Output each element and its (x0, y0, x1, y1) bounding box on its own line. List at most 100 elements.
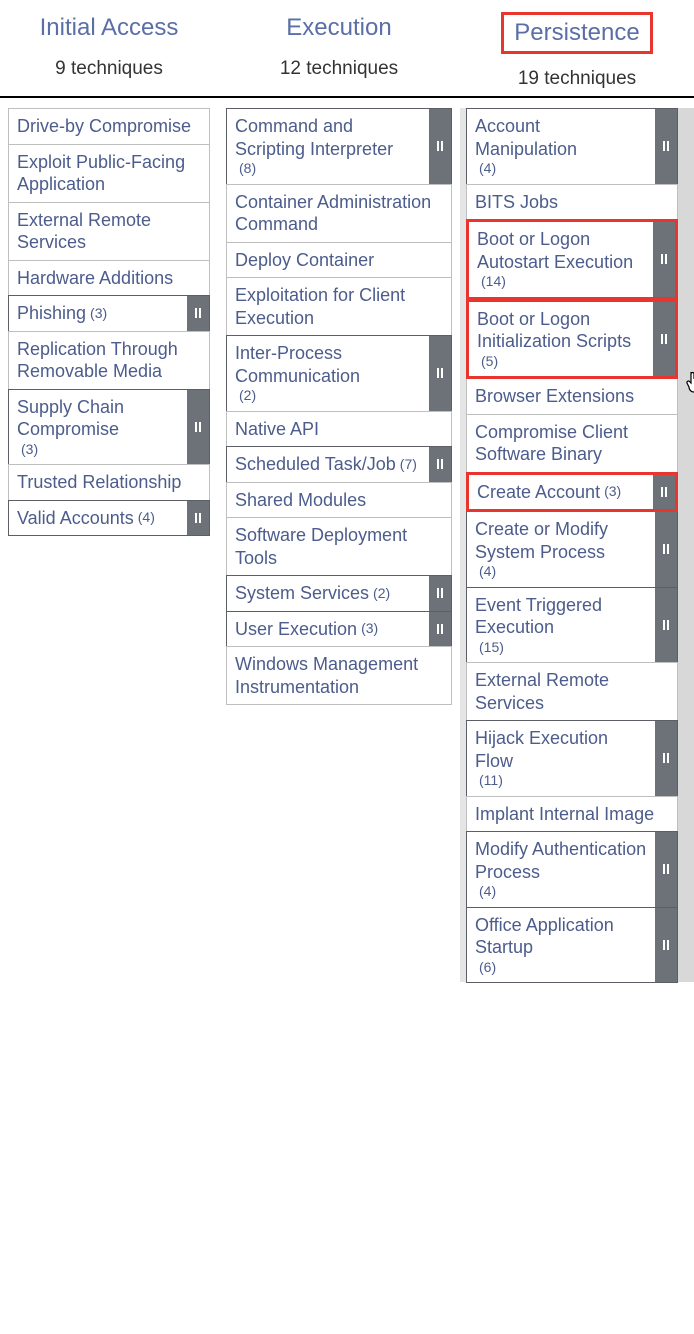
technique-cell[interactable]: Create Account(3) (466, 472, 678, 513)
technique-label[interactable]: Boot or Logon Autostart Execution(14) (469, 222, 653, 297)
technique-label[interactable]: Create Account(3) (469, 475, 653, 510)
technique-cell[interactable]: Phishing(3) (8, 295, 210, 332)
expand-handle-icon[interactable] (429, 576, 451, 611)
expand-handle-icon[interactable] (653, 475, 675, 510)
technique-label[interactable]: Command and Scripting Interpreter(8) (227, 109, 429, 184)
technique-label[interactable]: Hardware Additions (9, 261, 209, 296)
technique-label[interactable]: External Remote Services (467, 663, 677, 720)
technique-label[interactable]: User Execution(3) (227, 612, 429, 647)
technique-text: Phishing (17, 302, 86, 325)
technique-cell[interactable]: BITS Jobs (466, 184, 678, 221)
technique-label[interactable]: Software Deployment Tools (227, 518, 451, 575)
scrollbar[interactable] (678, 108, 694, 982)
column-title[interactable]: Initial Access (34, 12, 185, 44)
technique-label[interactable]: Account Manipulation(4) (467, 109, 655, 184)
technique-label[interactable]: Trusted Relationship (9, 465, 209, 500)
technique-label[interactable]: Native API (227, 412, 451, 447)
technique-label[interactable]: BITS Jobs (467, 185, 677, 220)
technique-cell[interactable]: Modify Authentication Process(4) (466, 831, 678, 908)
technique-cell[interactable]: Hardware Additions (8, 260, 210, 297)
expand-handle-icon[interactable] (655, 588, 677, 663)
technique-label[interactable]: Boot or Logon Initialization Scripts(5) (469, 302, 653, 377)
technique-label[interactable]: Implant Internal Image (467, 797, 677, 832)
technique-cell[interactable]: Supply Chain Compromise(3) (8, 389, 210, 466)
expand-handle-icon[interactable] (653, 302, 675, 377)
technique-label[interactable]: Inter-Process Communication(2) (227, 336, 429, 411)
column-title[interactable]: Execution (280, 12, 397, 44)
technique-label[interactable]: Phishing(3) (9, 296, 187, 331)
technique-text: Command and Scripting Interpreter (235, 115, 421, 160)
technique-text: Browser Extensions (475, 385, 634, 408)
technique-cell[interactable]: Create or Modify System Process(4) (466, 511, 678, 588)
subtechnique-count: (6) (479, 959, 496, 977)
technique-label[interactable]: Container Administration Command (227, 185, 451, 242)
technique-label[interactable]: Hijack Execution Flow(11) (467, 721, 655, 796)
technique-cell[interactable]: External Remote Services (466, 662, 678, 721)
technique-cell[interactable]: Hijack Execution Flow(11) (466, 720, 678, 797)
technique-text: Office Application Startup (475, 914, 647, 959)
technique-label[interactable]: Exploit Public-Facing Application (9, 145, 209, 202)
expand-handle-icon[interactable] (429, 336, 451, 411)
technique-cell[interactable]: Account Manipulation(4) (466, 108, 678, 185)
technique-cell[interactable]: User Execution(3) (226, 611, 452, 648)
technique-cell[interactable]: Windows Management Instrumentation (226, 646, 452, 705)
technique-cell[interactable]: Office Application Startup(6) (466, 907, 678, 984)
expand-handle-icon[interactable] (429, 109, 451, 184)
expand-handle-icon[interactable] (187, 296, 209, 331)
technique-label[interactable]: Windows Management Instrumentation (227, 647, 451, 704)
column-title[interactable]: Persistence (501, 12, 652, 54)
technique-label[interactable]: Office Application Startup(6) (467, 908, 655, 983)
technique-cell[interactable]: Deploy Container (226, 242, 452, 279)
expand-handle-icon[interactable] (187, 501, 209, 536)
technique-label[interactable]: Exploitation for Client Execution (227, 278, 451, 335)
technique-cell[interactable]: Command and Scripting Interpreter(8) (226, 108, 452, 185)
technique-label[interactable]: Supply Chain Compromise(3) (9, 390, 187, 465)
technique-label[interactable]: Compromise Client Software Binary (467, 415, 677, 472)
technique-cell[interactable]: Event Triggered Execution(15) (466, 587, 678, 664)
technique-cell[interactable]: Exploitation for Client Execution (226, 277, 452, 336)
expand-handle-icon[interactable] (653, 222, 675, 297)
technique-cell[interactable]: Scheduled Task/Job(7) (226, 446, 452, 483)
technique-cell[interactable]: Replication Through Removable Media (8, 331, 210, 390)
expand-handle-icon[interactable] (655, 109, 677, 184)
technique-cell[interactable]: External Remote Services (8, 202, 210, 261)
technique-label[interactable]: External Remote Services (9, 203, 209, 260)
expand-handle-icon[interactable] (655, 512, 677, 587)
technique-cell[interactable]: Browser Extensions (466, 378, 678, 415)
technique-label[interactable]: Drive-by Compromise (9, 109, 209, 144)
technique-label[interactable]: System Services(2) (227, 576, 429, 611)
subtechnique-count: (7) (400, 456, 417, 474)
technique-cell[interactable]: Inter-Process Communication(2) (226, 335, 452, 412)
technique-label[interactable]: Create or Modify System Process(4) (467, 512, 655, 587)
technique-label[interactable]: Valid Accounts(4) (9, 501, 187, 536)
technique-cell[interactable]: Valid Accounts(4) (8, 500, 210, 537)
technique-cell[interactable]: Boot or Logon Initialization Scripts(5) (466, 299, 678, 380)
technique-label[interactable]: Replication Through Removable Media (9, 332, 209, 389)
technique-text: System Services (235, 582, 369, 605)
expand-handle-icon[interactable] (655, 832, 677, 907)
technique-cell[interactable]: Compromise Client Software Binary (466, 414, 678, 473)
expand-handle-icon[interactable] (187, 390, 209, 465)
technique-label[interactable]: Modify Authentication Process(4) (467, 832, 655, 907)
technique-label[interactable]: Shared Modules (227, 483, 451, 518)
expand-handle-icon[interactable] (429, 447, 451, 482)
technique-cell[interactable]: Drive-by Compromise (8, 108, 210, 145)
technique-cell[interactable]: Exploit Public-Facing Application (8, 144, 210, 203)
technique-text: Modify Authentication Process (475, 838, 647, 883)
technique-cell[interactable]: Native API (226, 411, 452, 448)
subtechnique-count: (3) (604, 483, 621, 501)
technique-cell[interactable]: Implant Internal Image (466, 796, 678, 833)
expand-handle-icon[interactable] (655, 721, 677, 796)
technique-label[interactable]: Scheduled Task/Job(7) (227, 447, 429, 482)
technique-label[interactable]: Deploy Container (227, 243, 451, 278)
technique-cell[interactable]: Software Deployment Tools (226, 517, 452, 576)
technique-cell[interactable]: Shared Modules (226, 482, 452, 519)
technique-cell[interactable]: Trusted Relationship (8, 464, 210, 501)
technique-cell[interactable]: Container Administration Command (226, 184, 452, 243)
technique-label[interactable]: Browser Extensions (467, 379, 677, 414)
technique-cell[interactable]: Boot or Logon Autostart Execution(14) (466, 219, 678, 300)
expand-handle-icon[interactable] (655, 908, 677, 983)
expand-handle-icon[interactable] (429, 612, 451, 647)
technique-label[interactable]: Event Triggered Execution(15) (467, 588, 655, 663)
technique-cell[interactable]: System Services(2) (226, 575, 452, 612)
